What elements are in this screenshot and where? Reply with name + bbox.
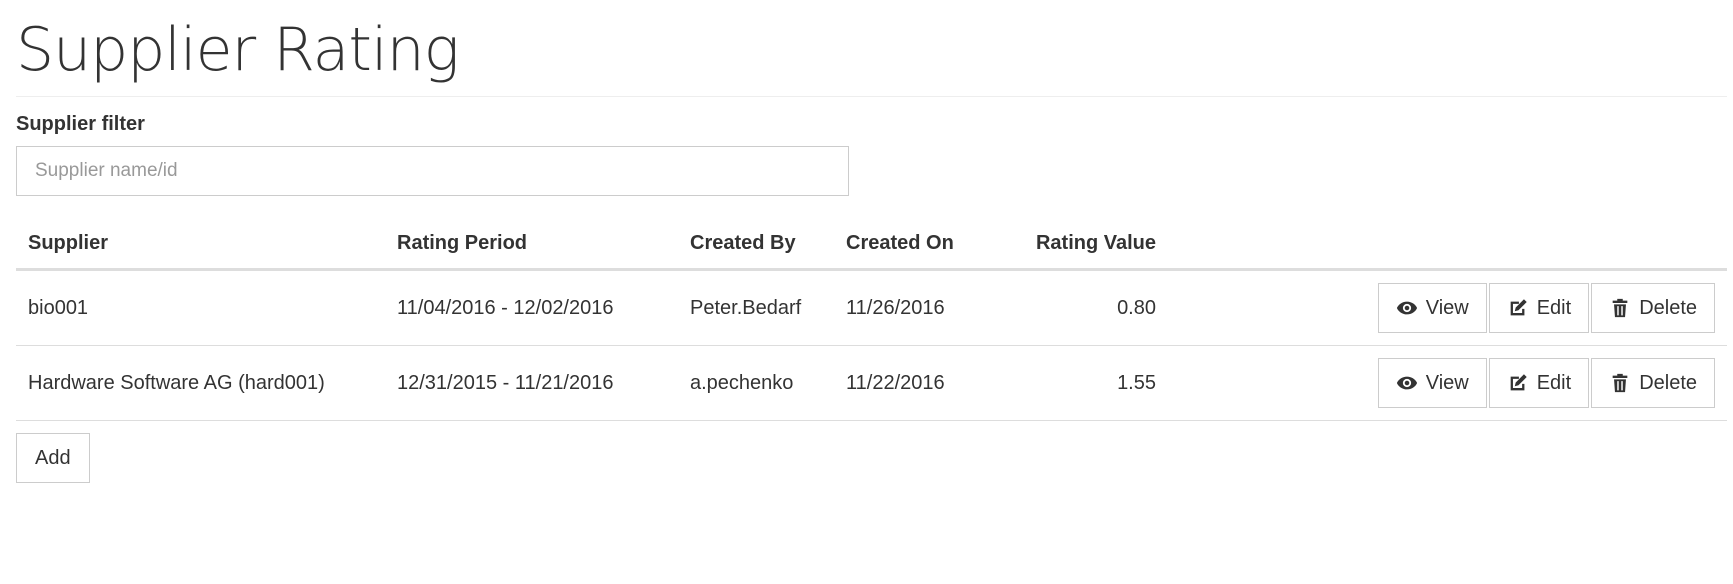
supplier-filter-input[interactable] (16, 146, 849, 196)
delete-button-label: Delete (1639, 371, 1697, 394)
cell-rating-value: 0.80 (990, 269, 1168, 346)
edit-button-label: Edit (1536, 296, 1572, 319)
cell-actions: View Edit Delete (1168, 345, 1727, 421)
column-header-rating-value: Rating Value (990, 230, 1168, 271)
table-header-row: Supplier Rating Period Created By Create… (16, 230, 1727, 271)
cell-supplier: Hardware Software AG (hard001) (16, 345, 385, 421)
eye-icon (1396, 376, 1417, 390)
table-row: bio001 11/04/2016 - 12/02/2016 Peter.Bed… (16, 269, 1727, 346)
view-button-label: View (1425, 371, 1469, 394)
table-row: Hardware Software AG (hard001) 12/31/201… (16, 345, 1727, 421)
cell-created-on: 11/26/2016 (834, 269, 990, 346)
edit-button[interactable]: Edit (1488, 283, 1590, 333)
column-header-created-on: Created On (834, 230, 990, 271)
view-button-label: View (1425, 296, 1469, 319)
cell-actions: View Edit Delete (1168, 269, 1727, 346)
title-divider (16, 96, 1727, 97)
cell-created-on: 11/22/2016 (834, 345, 990, 421)
trash-icon (1612, 373, 1628, 393)
cell-rating-period: 11/04/2016 - 12/02/2016 (385, 269, 678, 346)
view-button[interactable]: View (1377, 283, 1487, 333)
supplier-filter-label: Supplier filter (16, 113, 145, 135)
cell-supplier: bio001 (16, 269, 385, 346)
edit-icon (1510, 374, 1527, 391)
page-title: Supplier Rating (16, 15, 460, 85)
delete-button[interactable]: Delete (1591, 283, 1715, 333)
column-header-supplier: Supplier (16, 230, 385, 271)
delete-button-label: Delete (1639, 296, 1697, 319)
trash-icon (1612, 298, 1628, 318)
edit-icon (1510, 299, 1527, 316)
view-button[interactable]: View (1377, 358, 1487, 408)
page: Supplier Rating Supplier filter Supplier… (0, 0, 1733, 483)
cell-created-by: Peter.Bedarf (678, 269, 834, 346)
cell-created-by: a.pechenko (678, 345, 834, 421)
column-header-rating-period: Rating Period (385, 230, 678, 271)
column-header-actions (1168, 230, 1727, 271)
delete-button[interactable]: Delete (1591, 358, 1715, 408)
eye-icon (1396, 301, 1417, 315)
edit-button-label: Edit (1536, 371, 1572, 394)
cell-rating-period: 12/31/2015 - 11/21/2016 (385, 345, 678, 421)
column-header-created-by: Created By (678, 230, 834, 271)
add-button[interactable]: Add (16, 433, 90, 483)
supplier-ratings-table: Supplier Rating Period Created By Create… (16, 230, 1727, 421)
cell-rating-value: 1.55 (990, 345, 1168, 421)
edit-button[interactable]: Edit (1488, 358, 1590, 408)
